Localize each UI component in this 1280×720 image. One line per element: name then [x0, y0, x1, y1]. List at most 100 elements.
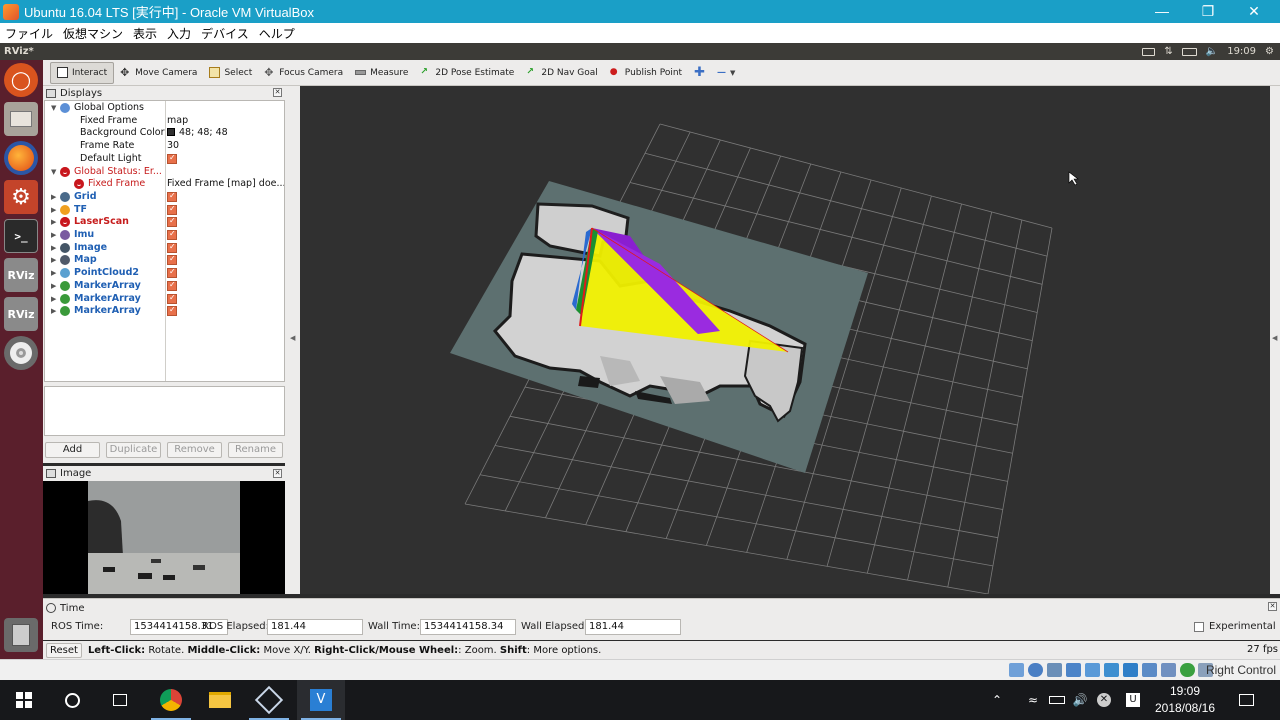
restore-button[interactable]: ❐: [1185, 0, 1231, 23]
display-row[interactable]: ▶ Map: [45, 254, 285, 267]
experimental-checkbox[interactable]: [1194, 622, 1204, 632]
menu-view[interactable]: 表示: [128, 25, 162, 42]
display-row[interactable]: ▼ Global Options: [45, 102, 285, 115]
pose-estimate-tool[interactable]: ↗ 2D Pose Estimate: [414, 62, 520, 84]
settings-gear-icon[interactable]: ⚙: [1265, 46, 1274, 57]
display-row[interactable]: ▶ Imu: [45, 229, 285, 242]
display-row[interactable]: Default Light: [45, 153, 285, 166]
recording-icon[interactable]: [1142, 663, 1157, 677]
expand-arrow-icon[interactable]: ▼: [51, 102, 59, 115]
windows-start-icon[interactable]: [0, 680, 48, 720]
shared-folders-icon[interactable]: [1104, 663, 1119, 677]
enable-checkbox[interactable]: [167, 204, 177, 215]
duplicate-button[interactable]: Duplicate: [106, 442, 161, 458]
chrome-icon[interactable]: [147, 680, 195, 720]
enable-checkbox[interactable]: [167, 242, 177, 253]
display-row-value[interactable]: 48; 48; 48: [167, 127, 284, 140]
enable-checkbox[interactable]: [167, 267, 177, 279]
remove-tool-button[interactable]: — ▼: [711, 62, 741, 84]
enable-checkbox[interactable]: [167, 191, 177, 203]
optical-drive-icon[interactable]: [1028, 663, 1043, 677]
wifi-icon[interactable]: ≈: [1021, 680, 1045, 720]
dvd-icon[interactable]: [4, 336, 38, 370]
file-explorer-icon[interactable]: [196, 680, 244, 720]
collapse-arrow-icon[interactable]: ▶: [51, 254, 59, 267]
collapse-arrow-icon[interactable]: ▶: [51, 216, 59, 229]
minimize-button[interactable]: —: [1139, 0, 1185, 23]
interact-tool[interactable]: Interact: [50, 61, 115, 84]
network-icon[interactable]: ⇅: [1164, 46, 1172, 57]
collapse-arrow-icon[interactable]: ▶: [51, 293, 59, 306]
audio-icon[interactable]: [1047, 663, 1062, 677]
vscode-icon[interactable]: V: [297, 680, 345, 720]
menu-input[interactable]: 入力: [162, 25, 196, 42]
battery-tray-icon[interactable]: [1045, 680, 1069, 720]
enable-checkbox[interactable]: [167, 229, 177, 241]
collapse-arrow-icon[interactable]: ▶: [51, 191, 59, 204]
display-row[interactable]: Fixed Frame map: [45, 115, 285, 128]
add-tool-button[interactable]: ✚: [688, 62, 711, 84]
display-row[interactable]: ▶ MarkerArray: [45, 280, 285, 293]
close-button[interactable]: ✕: [1231, 0, 1277, 23]
remove-button[interactable]: Remove: [167, 442, 222, 458]
display-row[interactable]: ▶ LaserScan: [45, 216, 285, 229]
collapse-arrow-icon[interactable]: ▶: [51, 204, 59, 217]
display-row-value[interactable]: [167, 305, 284, 320]
publish-point-tool[interactable]: ● Publish Point: [604, 62, 688, 84]
reset-button[interactable]: Reset: [46, 642, 82, 658]
task-view-icon[interactable]: [96, 680, 144, 720]
wall-time-field[interactable]: 1534414158.34: [420, 619, 516, 635]
close-circle-icon[interactable]: ✕: [1092, 680, 1116, 720]
left-splitter[interactable]: ◀: [285, 86, 300, 594]
rviz-launcher-icon[interactable]: RViz: [4, 297, 38, 331]
usb-icon[interactable]: [1085, 663, 1100, 677]
collapse-arrow-icon[interactable]: ▶: [51, 267, 59, 280]
nav-goal-tool[interactable]: ↗ 2D Nav Goal: [520, 62, 603, 84]
menu-devices[interactable]: デバイス: [196, 25, 254, 42]
wall-elapsed-field[interactable]: 181.44: [585, 619, 681, 635]
ros-elapsed-field[interactable]: 181.44: [267, 619, 363, 635]
rename-button[interactable]: Rename: [228, 442, 283, 458]
expand-arrow-icon[interactable]: ▼: [51, 166, 59, 179]
close-icon[interactable]: ✕: [273, 469, 282, 478]
network-adapter-icon[interactable]: [1066, 663, 1081, 677]
display-row[interactable]: ▶ TF: [45, 204, 285, 217]
rviz-launcher-icon[interactable]: RViz: [4, 258, 38, 292]
select-tool[interactable]: Select: [203, 62, 258, 84]
display-row[interactable]: Fixed Frame Fixed Frame [map] doe...: [45, 178, 285, 191]
collapse-arrow-icon[interactable]: ▶: [51, 280, 59, 293]
keyboard-icon[interactable]: [1142, 47, 1156, 56]
right-splitter[interactable]: ◀: [1270, 86, 1280, 594]
virtualbox-taskbar-icon[interactable]: [245, 680, 293, 720]
display-row[interactable]: ▼ Global Status: Er...: [45, 166, 285, 179]
display-row[interactable]: ▶ MarkerArray: [45, 305, 285, 318]
close-icon[interactable]: ✕: [1268, 602, 1277, 611]
trash-icon[interactable]: [4, 618, 38, 652]
volume-icon[interactable]: 🔈: [1206, 46, 1218, 57]
focus-camera-tool[interactable]: ✥ Focus Camera: [258, 62, 349, 84]
display-row[interactable]: ▶ MarkerArray: [45, 293, 285, 306]
display-row[interactable]: ▶ Image: [45, 242, 285, 255]
enable-checkbox[interactable]: [167, 280, 177, 291]
display-row[interactable]: ▶ PointCloud2: [45, 267, 285, 280]
taskbar-clock[interactable]: 19:09 2018/08/16: [1152, 683, 1218, 717]
cpu-icon[interactable]: [1161, 663, 1176, 677]
enable-checkbox[interactable]: [167, 216, 177, 228]
display-row[interactable]: Frame Rate 30: [45, 140, 285, 153]
menu-help[interactable]: ヘルプ: [254, 25, 300, 42]
enable-checkbox[interactable]: [167, 305, 177, 317]
display-row[interactable]: Background Color 48; 48; 48: [45, 127, 285, 140]
search-icon[interactable]: [48, 680, 96, 720]
hard-disk-icon[interactable]: [1009, 663, 1024, 677]
move-camera-tool[interactable]: ✥ Move Camera: [114, 62, 203, 84]
measure-tool[interactable]: Measure: [349, 62, 414, 84]
battery-icon[interactable]: [1181, 47, 1197, 56]
collapse-arrow-icon[interactable]: ▶: [51, 305, 59, 318]
collapse-arrow-icon[interactable]: ▶: [51, 229, 59, 242]
files-icon[interactable]: [4, 102, 38, 136]
ubuntu-dash-icon[interactable]: ◯: [4, 63, 38, 97]
collapse-arrow-icon[interactable]: ▶: [51, 242, 59, 255]
enable-checkbox[interactable]: [167, 293, 177, 304]
display-row-value[interactable]: map: [167, 115, 284, 128]
terminal-icon[interactable]: >_: [4, 219, 38, 253]
